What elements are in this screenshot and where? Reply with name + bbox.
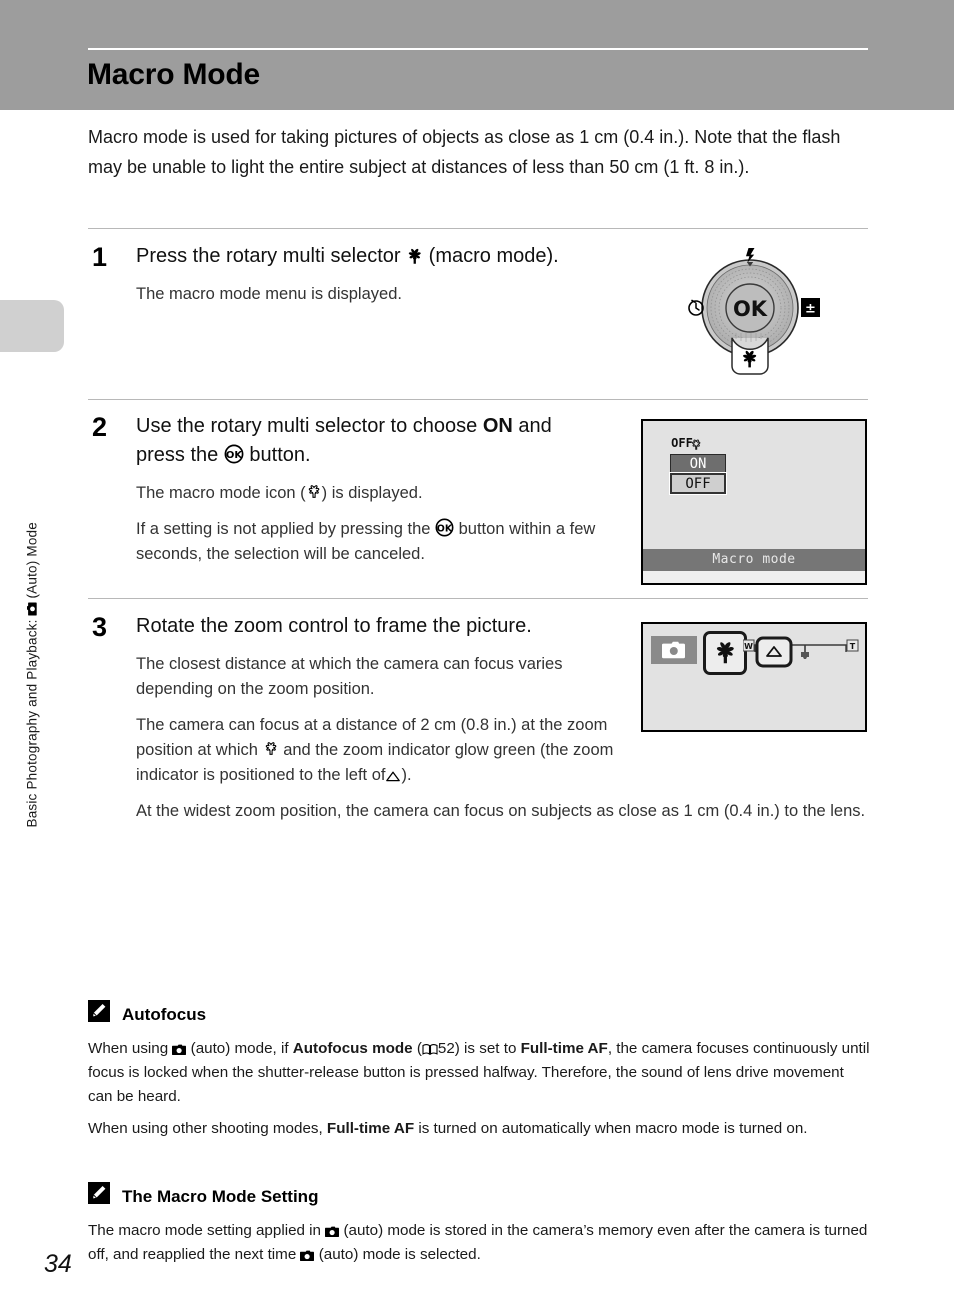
macro-off-badge-text: OFF xyxy=(671,436,693,450)
lcd-footer-strip xyxy=(643,571,865,583)
note-macro-setting-heading: The Macro Mode Setting xyxy=(88,1182,870,1209)
step-3-p2-c: ). xyxy=(401,766,412,784)
chapter-label: Basic Photography and Playback: (Auto) M… xyxy=(24,268,40,828)
ok-button-icon: OK xyxy=(224,444,244,464)
flower-outline xyxy=(692,439,701,450)
note-macro-setting-paragraph-1: The macro mode setting applied in (auto)… xyxy=(88,1222,868,1263)
zoom-indicator-bar: W T xyxy=(742,636,861,668)
autofocus-mode-term: Autofocus mode xyxy=(292,1040,413,1057)
self-timer-icon xyxy=(688,299,704,316)
note-macro-mode-setting: The Macro Mode Setting The macro mode se… xyxy=(88,1182,870,1275)
step-2-number: 2 xyxy=(92,412,108,442)
step-2-body: Use the rotary multi selector to choose … xyxy=(136,412,606,567)
step-3-number: 3 xyxy=(92,612,108,642)
ok-button-icon: OK xyxy=(435,518,454,537)
divider-step-2 xyxy=(88,399,868,400)
lcd-zoom-indicator-screen: W T xyxy=(641,622,867,732)
step-2-p1-pre: The macro mode icon ( xyxy=(136,484,306,502)
step-1-paragraph: The macro mode menu is displayed. xyxy=(136,285,402,303)
svg-text:OK: OK xyxy=(437,523,453,534)
step-3-paragraph-1: The closest distance at which the camera… xyxy=(136,655,563,698)
macro-mode-menu[interactable]: ON OFF xyxy=(669,454,727,495)
step-1-number: 1 xyxy=(92,242,108,272)
svg-text:±: ± xyxy=(805,302,816,317)
step-2-heading-pre: Use the rotary multi selector to choose xyxy=(136,415,478,437)
camera-auto-icon xyxy=(300,1250,315,1262)
camera-auto-icon xyxy=(651,636,697,664)
page-number: 34 xyxy=(44,1250,72,1278)
step-2-p1-post: ) is displayed. xyxy=(321,484,423,502)
camera-auto-icon xyxy=(27,602,38,616)
note-autofocus-paragraph-1: When using (auto) mode, if Autofocus mod… xyxy=(88,1040,870,1105)
note-autofocus: Autofocus When using (auto) mode, if Aut… xyxy=(88,1000,870,1149)
step-1-heading: Press the rotary multi selector (macro m… xyxy=(136,242,566,271)
step-3-body: Rotate the zoom control to frame the pic… xyxy=(136,612,865,824)
step-1-heading-post: (macro mode). xyxy=(428,245,559,267)
zoom-tele-label: T xyxy=(850,642,856,651)
macro-mode-indicator-icon xyxy=(306,485,322,501)
rotary-multi-selector-diagram: OK ± xyxy=(672,246,832,386)
macro-flower-icon xyxy=(703,631,747,675)
chapter-label-pre: Basic Photography and Playback: xyxy=(24,619,40,828)
macro-off-badge-icon: OFF xyxy=(671,431,711,453)
step-1-heading-pre: Press the rotary multi selector xyxy=(136,245,401,267)
menu-option-off[interactable]: OFF xyxy=(669,472,727,495)
step-2-heading-post: button. xyxy=(249,444,311,466)
step-2-heading: Use the rotary multi selector to choose … xyxy=(136,412,606,470)
lcd-macro-menu-screen: OFF ON OFF Macro mode xyxy=(641,419,867,585)
step-2-heading-on: ON xyxy=(482,415,513,437)
step-3-paragraph-3: At the widest zoom position, the camera … xyxy=(136,802,866,820)
full-time-af-term: Full-time AF xyxy=(520,1040,608,1057)
lcd-title-bar: Macro mode xyxy=(643,549,865,571)
divider-step-3 xyxy=(88,598,868,599)
step-2-p2-pre: If a setting is not applied by pressing … xyxy=(136,520,431,538)
pencil-note-icon xyxy=(88,1182,110,1209)
page-header-band: Macro Mode xyxy=(0,0,954,110)
macro-mode-indicator-icon xyxy=(263,742,279,758)
triangle-up-icon xyxy=(385,770,401,783)
lcd-top-indicator-row: W T xyxy=(643,631,865,675)
rotary-ok-label: OK xyxy=(733,297,768,321)
step-2-paragraph-1: The macro mode icon ( ) is displayed. xyxy=(136,481,606,506)
exposure-compensation-icon: ± xyxy=(801,298,820,317)
full-time-af-term: Full-time AF xyxy=(326,1120,415,1137)
svg-text:OK: OK xyxy=(226,450,244,461)
note-autofocus-title: Autofocus xyxy=(122,1004,207,1024)
note-macro-setting-title: The Macro Mode Setting xyxy=(122,1186,319,1206)
note-autofocus-heading: Autofocus xyxy=(88,1000,870,1027)
zoom-wide-label: W xyxy=(744,642,753,651)
page-title: Macro Mode xyxy=(87,58,261,91)
header-rule xyxy=(88,48,868,50)
step-3-heading: Rotate the zoom control to frame the pic… xyxy=(136,615,532,637)
step-3-paragraph-2: The camera can focus at a distance of 2 … xyxy=(136,713,636,788)
camera-auto-icon xyxy=(325,1226,340,1238)
menu-option-on[interactable]: ON xyxy=(670,454,726,473)
camera-auto-icon xyxy=(172,1044,187,1056)
divider-step-1 xyxy=(88,228,868,229)
intro-paragraph: Macro mode is used for taking pictures o… xyxy=(88,127,841,177)
note-autofocus-paragraph-2: When using other shooting modes, Full-ti… xyxy=(88,1120,808,1137)
autofocus-page-ref: 52 xyxy=(437,1040,455,1057)
chapter-label-post: (Auto) Mode xyxy=(24,522,40,599)
macro-flower-icon xyxy=(406,248,423,265)
step-1-body: Press the rotary multi selector (macro m… xyxy=(136,242,566,307)
step-2-paragraph-2: If a setting is not applied by pressing … xyxy=(136,517,606,567)
book-icon xyxy=(422,1043,438,1056)
pencil-note-icon xyxy=(88,1000,110,1027)
